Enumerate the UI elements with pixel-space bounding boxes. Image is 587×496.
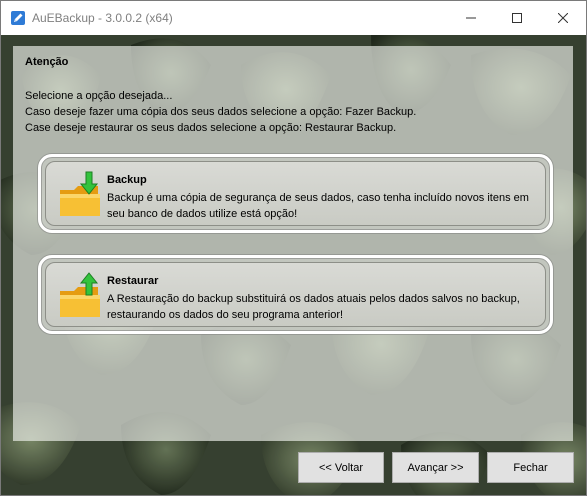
backup-option-button[interactable]: Backup Backup é uma cópia de segurança d…: [38, 154, 553, 233]
description-line: Backup é uma cópia de segurança de seus …: [107, 192, 529, 204]
restore-option-description: A Restauração do backup substituirá os d…: [107, 291, 537, 323]
app-window: AuEBackup - 3.0.0.2 (x64) Atenção Seleci…: [0, 0, 587, 496]
back-button[interactable]: << Voltar: [298, 452, 384, 483]
maximize-icon: [512, 13, 522, 23]
restore-option-body: Restaurar A Restauração do backup substi…: [45, 262, 546, 327]
instruction-line: Caso deseje fazer uma cópia dos seus dad…: [25, 106, 417, 118]
instructions-text: Selecione a opção desejada... Caso desej…: [25, 88, 416, 136]
backup-option-description: Backup é uma cópia de segurança de seus …: [107, 190, 537, 222]
folder-arrow-up-icon: [60, 272, 100, 317]
next-button[interactable]: Avançar >>: [392, 452, 479, 483]
folder-arrow-down-icon: [60, 171, 100, 216]
close-icon: [558, 13, 568, 23]
minimize-button[interactable]: [448, 1, 494, 35]
description-line: seu banco de dados utilize está opção!: [107, 208, 298, 220]
app-pencil-icon: [11, 11, 25, 25]
close-button[interactable]: Fechar: [487, 452, 574, 483]
description-line: A Restauração do backup substituirá os d…: [107, 293, 520, 305]
instruction-line: Selecione a opção desejada...: [25, 90, 173, 102]
panel-heading: Atenção: [25, 56, 69, 68]
restore-option-button[interactable]: Restaurar A Restauração do backup substi…: [38, 255, 553, 334]
close-window-button[interactable]: [540, 1, 586, 35]
restore-option-title: Restaurar: [107, 275, 159, 287]
backup-option-title: Backup: [107, 174, 147, 186]
backup-option-body: Backup Backup é uma cópia de segurança d…: [45, 161, 546, 226]
window-title: AuEBackup - 3.0.0.2 (x64): [32, 11, 173, 25]
title-bar[interactable]: AuEBackup - 3.0.0.2 (x64): [1, 1, 586, 35]
minimize-icon: [466, 17, 476, 19]
description-line: restaurando os dados do seu programa ant…: [107, 309, 344, 321]
maximize-button[interactable]: [494, 1, 540, 35]
instruction-line: Case deseje restaurar os seus dados sele…: [25, 122, 397, 134]
